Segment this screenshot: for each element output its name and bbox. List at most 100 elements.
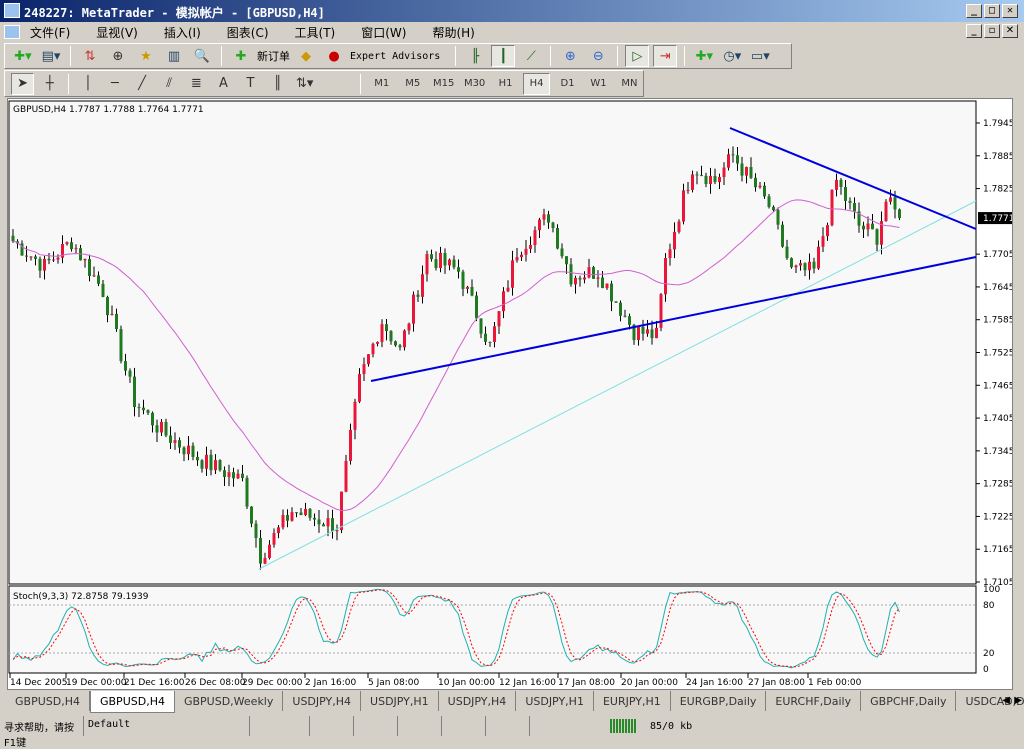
menu-insert[interactable]: 插入(I)	[164, 24, 213, 41]
candle-body	[673, 231, 676, 250]
maximize-button[interactable]: □	[984, 4, 1000, 18]
chart-tab[interactable]: USDJPY,H4	[283, 691, 362, 711]
fibonacci-icon[interactable]: ≣	[185, 73, 208, 95]
candle-body	[268, 544, 271, 559]
chart-tab[interactable]: USDJPY,H4	[439, 691, 517, 711]
candle-body	[803, 263, 807, 271]
chart-tab[interactable]: EURGBP,Daily	[671, 691, 767, 711]
chart-tab[interactable]: EURCHF,Daily	[766, 691, 862, 711]
candle-body	[97, 275, 100, 284]
indicators-icon[interactable]: ✚▾	[692, 45, 716, 67]
trendline-icon[interactable]: ╱	[131, 73, 154, 95]
vertical-line-icon[interactable]: │	[76, 73, 99, 95]
drawing-toolbar: ➤ ┼ │ ─ ╱ ⫽ ≣ A T ║ ⇅▾ M1 M5 M15 M30 H1 …	[4, 70, 644, 97]
candle-body	[425, 254, 429, 275]
candle-body	[664, 258, 667, 295]
chart-tab[interactable]: USDJPY,H1	[361, 691, 439, 711]
tf-m5[interactable]: M5	[399, 73, 426, 95]
price-label: 1.7825	[983, 185, 1012, 195]
text-icon[interactable]: A	[212, 73, 235, 95]
period-separators-icon[interactable]: ║	[266, 73, 289, 95]
tf-w1[interactable]: W1	[585, 73, 612, 95]
candle-body	[466, 286, 469, 289]
tester-icon[interactable]: 🔍	[190, 45, 214, 67]
profiles-icon[interactable]: ▤▾	[39, 45, 63, 67]
new-chart-icon[interactable]: ✚▾	[11, 45, 35, 67]
candle-body	[475, 295, 478, 319]
tf-m15[interactable]: M15	[430, 73, 457, 95]
chart-window[interactable]: 1.7945 1.7885 1.7825 1.7705 1.7645 1.7585 1.75…	[7, 98, 1015, 690]
candle-body	[452, 259, 456, 268]
time-label: 1 Feb 00:00	[808, 678, 862, 688]
candle-body	[722, 167, 726, 177]
new-order-icon[interactable]: ✚	[229, 45, 253, 67]
candle-body	[169, 435, 172, 443]
arrows-icon[interactable]: ⇅▾	[293, 73, 316, 95]
tf-m30[interactable]: M30	[461, 73, 488, 95]
price-label: 1.7345	[983, 447, 1012, 457]
cursor-icon[interactable]: ➤	[11, 72, 35, 95]
candle-body	[146, 410, 150, 413]
chart-tab[interactable]: GBPUSD,H4	[6, 691, 90, 711]
crosshair-icon[interactable]: ┼	[38, 73, 61, 95]
window-title: 248227: MetaTrader - 模拟帐户 - [GBPUSD,H4]	[24, 6, 325, 20]
chart-tab[interactable]: EURJPY,H1	[594, 691, 671, 711]
chart-shift-icon[interactable]: ⇥	[653, 45, 678, 67]
templates-icon[interactable]: ▭▾	[748, 45, 772, 67]
zoom-out-icon[interactable]: ⊖	[586, 45, 610, 67]
candlestick-icon[interactable]: ┃	[491, 45, 516, 67]
tab-scroll-right-icon[interactable]: ▶	[1014, 695, 1022, 706]
tf-d1[interactable]: D1	[554, 73, 581, 95]
candle-body	[641, 326, 645, 334]
equidistant-channel-icon[interactable]: ⫽	[158, 73, 181, 95]
candle-body	[412, 294, 415, 324]
close-button[interactable]: ✕	[1002, 4, 1018, 18]
tf-h4[interactable]: H4	[523, 72, 551, 95]
candle-body	[38, 258, 42, 271]
chart-tab[interactable]: USDJPY,H1	[516, 691, 594, 711]
candle-body	[695, 174, 699, 176]
periods-icon[interactable]: ◷▾	[720, 45, 744, 67]
menu-help[interactable]: 帮助(H)	[432, 24, 486, 41]
chart-tab[interactable]: GBPUSD,H4	[89, 691, 175, 713]
candle-body	[677, 221, 681, 232]
horizontal-line-icon[interactable]: ─	[103, 73, 126, 95]
tf-h1[interactable]: H1	[492, 73, 519, 95]
expert-advisors-button[interactable]: Expert Advisors	[350, 51, 440, 62]
new-order-button[interactable]: 新订单	[257, 48, 290, 64]
crosshair-data-icon[interactable]: ⊕	[106, 45, 130, 67]
tf-mn[interactable]: MN	[616, 73, 643, 95]
market-watch-icon[interactable]: ⇅	[78, 45, 102, 67]
candle-body	[263, 558, 267, 564]
menu-view[interactable]: 显视(V)	[96, 24, 150, 41]
menu-window[interactable]: 窗口(W)	[361, 24, 418, 41]
tf-m1[interactable]: M1	[368, 73, 395, 95]
menu-charts[interactable]: 图表(C)	[227, 24, 281, 41]
candle-body	[398, 345, 402, 348]
bar-chart-icon[interactable]: ╟	[463, 45, 487, 67]
navigator-icon[interactable]: ★	[134, 45, 158, 67]
warning-icon[interactable]: ◆	[294, 45, 318, 67]
zoom-in-icon[interactable]: ⊕	[558, 45, 582, 67]
candle-body	[853, 203, 856, 212]
child-close-button[interactable]: ✕	[1002, 24, 1018, 38]
tab-scroll-left-icon[interactable]: ◀	[1002, 695, 1010, 706]
child-restore-button[interactable]: ▫	[984, 24, 1000, 38]
line-chart-icon[interactable]: ⟋	[519, 45, 543, 67]
expert-advisors-icon[interactable]: ●	[322, 45, 346, 67]
child-minimize-button[interactable]: _	[966, 24, 982, 38]
chart-tab[interactable]: GBPUSD,Weekly	[175, 691, 284, 711]
text-label-icon[interactable]: T	[239, 73, 262, 95]
minimize-button[interactable]: _	[966, 4, 982, 18]
candle-body	[277, 527, 280, 534]
candle-body	[245, 477, 249, 507]
doc-icon	[4, 25, 20, 39]
auto-scroll-icon[interactable]: ▷	[625, 45, 650, 67]
chart-tab[interactable]: GBPCHF,Daily	[861, 691, 957, 711]
menu-tools[interactable]: 工具(T)	[295, 24, 348, 41]
stoch-plot-area	[8, 585, 977, 674]
terminal-icon[interactable]: ▥	[162, 45, 186, 67]
price-chart[interactable]: 1.7945 1.7885 1.7825 1.7705 1.7645 1.7585 1.75…	[8, 99, 1015, 689]
menu-file[interactable]: 文件(F)	[30, 24, 82, 41]
candle-body	[191, 445, 195, 457]
